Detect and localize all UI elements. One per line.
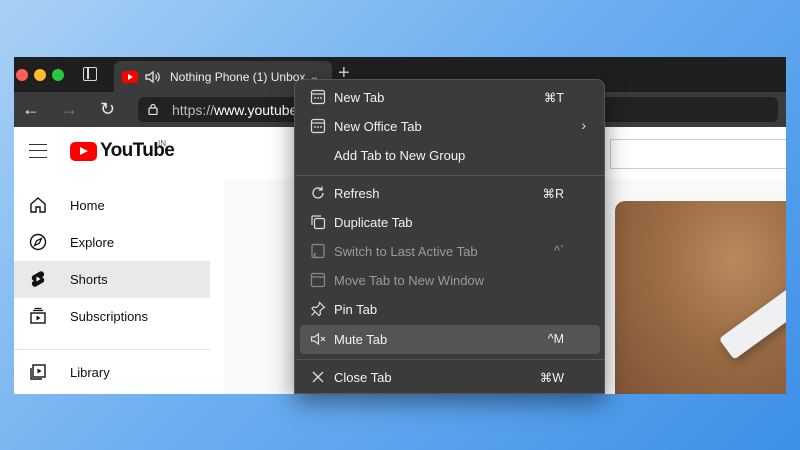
- menu-item-shortcut: ^`: [553, 244, 564, 258]
- youtube-logo-icon[interactable]: [70, 142, 97, 161]
- new-window-icon: [310, 272, 326, 288]
- home-icon: [30, 197, 46, 213]
- sidebar-item-home[interactable]: Home: [14, 187, 210, 224]
- menu-item-label: Move Tab to New Window: [334, 273, 485, 288]
- menu-item-shortcut: ⌘W: [539, 371, 564, 385]
- mute-icon: [310, 332, 326, 346]
- url-text: https://www.youtube: [172, 102, 298, 118]
- menu-item-mute-tab[interactable]: Mute Tab ^M: [300, 325, 600, 354]
- menu-item-shortcut: ⌘T: [543, 91, 564, 105]
- back-icon[interactable]: ←: [22, 99, 40, 120]
- sidebar-item-label: Home: [70, 198, 105, 213]
- menu-item-switch-last-tab[interactable]: Switch to Last Active Tab ^`: [300, 237, 600, 266]
- menu-item-move-tab-new-window[interactable]: Move Tab to New Window: [300, 266, 600, 295]
- menu-item-shortcut: ⌘R: [542, 187, 564, 201]
- sidebar-item-subscriptions[interactable]: Subscriptions: [14, 298, 210, 335]
- menu-separator: [295, 359, 604, 360]
- tab-context-menu: New Tab ⌘T New Office Tab › Add Tab to N…: [294, 79, 605, 394]
- menu-item-duplicate-tab[interactable]: Duplicate Tab: [300, 208, 600, 237]
- menu-item-refresh[interactable]: Refresh ⌘R: [300, 179, 600, 208]
- forward-icon[interactable]: →: [60, 99, 78, 120]
- subscriptions-icon: [30, 307, 46, 324]
- shorts-icon: [31, 271, 45, 287]
- lock-icon: [148, 103, 158, 115]
- menu-item-label: Pin Tab: [334, 302, 378, 317]
- sidebar-item-label: Explore: [70, 235, 115, 250]
- region-code: IN: [158, 139, 166, 148]
- menu-separator: [295, 175, 604, 176]
- close-icon: [312, 371, 324, 383]
- chevron-right-icon: ›: [581, 117, 586, 133]
- sidebar-item-library[interactable]: Library: [14, 354, 210, 391]
- compass-icon: [29, 233, 47, 251]
- thumbnail-object: [718, 268, 786, 360]
- menu-item-label: Add Tab to New Group: [334, 148, 466, 163]
- library-icon: [30, 364, 46, 380]
- menu-item-add-tab-to-group[interactable]: Add Tab to New Group: [300, 141, 600, 170]
- refresh-icon: [312, 186, 324, 199]
- tab-title: Nothing Phone (1) Unboxing: [170, 70, 305, 84]
- office-tab-icon: [310, 118, 326, 134]
- switch-tab-icon: [311, 243, 325, 259]
- menu-item-pin-tab[interactable]: Pin Tab: [300, 295, 600, 324]
- menu-item-label: Mute Tab: [334, 332, 388, 347]
- menu-item-close-tab[interactable]: Close Tab ⌘W: [300, 363, 600, 392]
- menu-item-label: Refresh: [334, 186, 380, 201]
- sidebar: Home Explore Shorts Subscriptions Librar…: [14, 179, 224, 394]
- sidebar-item-label: Library: [70, 365, 110, 380]
- menu-item-new-office-tab[interactable]: New Office Tab ›: [300, 112, 600, 141]
- sidebar-item-label: Subscriptions: [70, 309, 149, 324]
- youtube-favicon-icon: [122, 71, 138, 83]
- menu-icon[interactable]: [29, 144, 47, 158]
- menu-item-label: Close Tab: [334, 370, 392, 385]
- video-thumbnail[interactable]: [615, 201, 786, 394]
- new-tab-icon: [310, 89, 326, 105]
- sidebar-item-shorts[interactable]: Shorts: [14, 261, 210, 298]
- search-input[interactable]: [610, 139, 786, 169]
- menu-item-label: Duplicate Tab: [334, 215, 413, 230]
- reload-icon[interactable]: ↻: [100, 99, 115, 120]
- pin-icon: [311, 301, 326, 317]
- menu-item-shortcut: ^M: [547, 332, 564, 346]
- minimize-window-button[interactable]: [34, 69, 46, 81]
- sidebar-item-label: Shorts: [70, 272, 108, 287]
- sidebar-item-explore[interactable]: Explore: [14, 224, 210, 261]
- menu-item-label: Switch to Last Active Tab: [334, 244, 478, 259]
- menu-item-label: New Tab: [334, 90, 385, 105]
- duplicate-icon: [311, 215, 326, 230]
- menu-item-new-tab[interactable]: New Tab ⌘T: [300, 83, 600, 112]
- close-window-button[interactable]: [16, 69, 28, 81]
- tabs-overview-icon[interactable]: [83, 67, 97, 81]
- zoom-window-button[interactable]: [52, 69, 64, 81]
- sidebar-divider: [14, 349, 210, 350]
- speaker-icon[interactable]: [144, 68, 162, 86]
- menu-item-label: New Office Tab: [334, 119, 422, 134]
